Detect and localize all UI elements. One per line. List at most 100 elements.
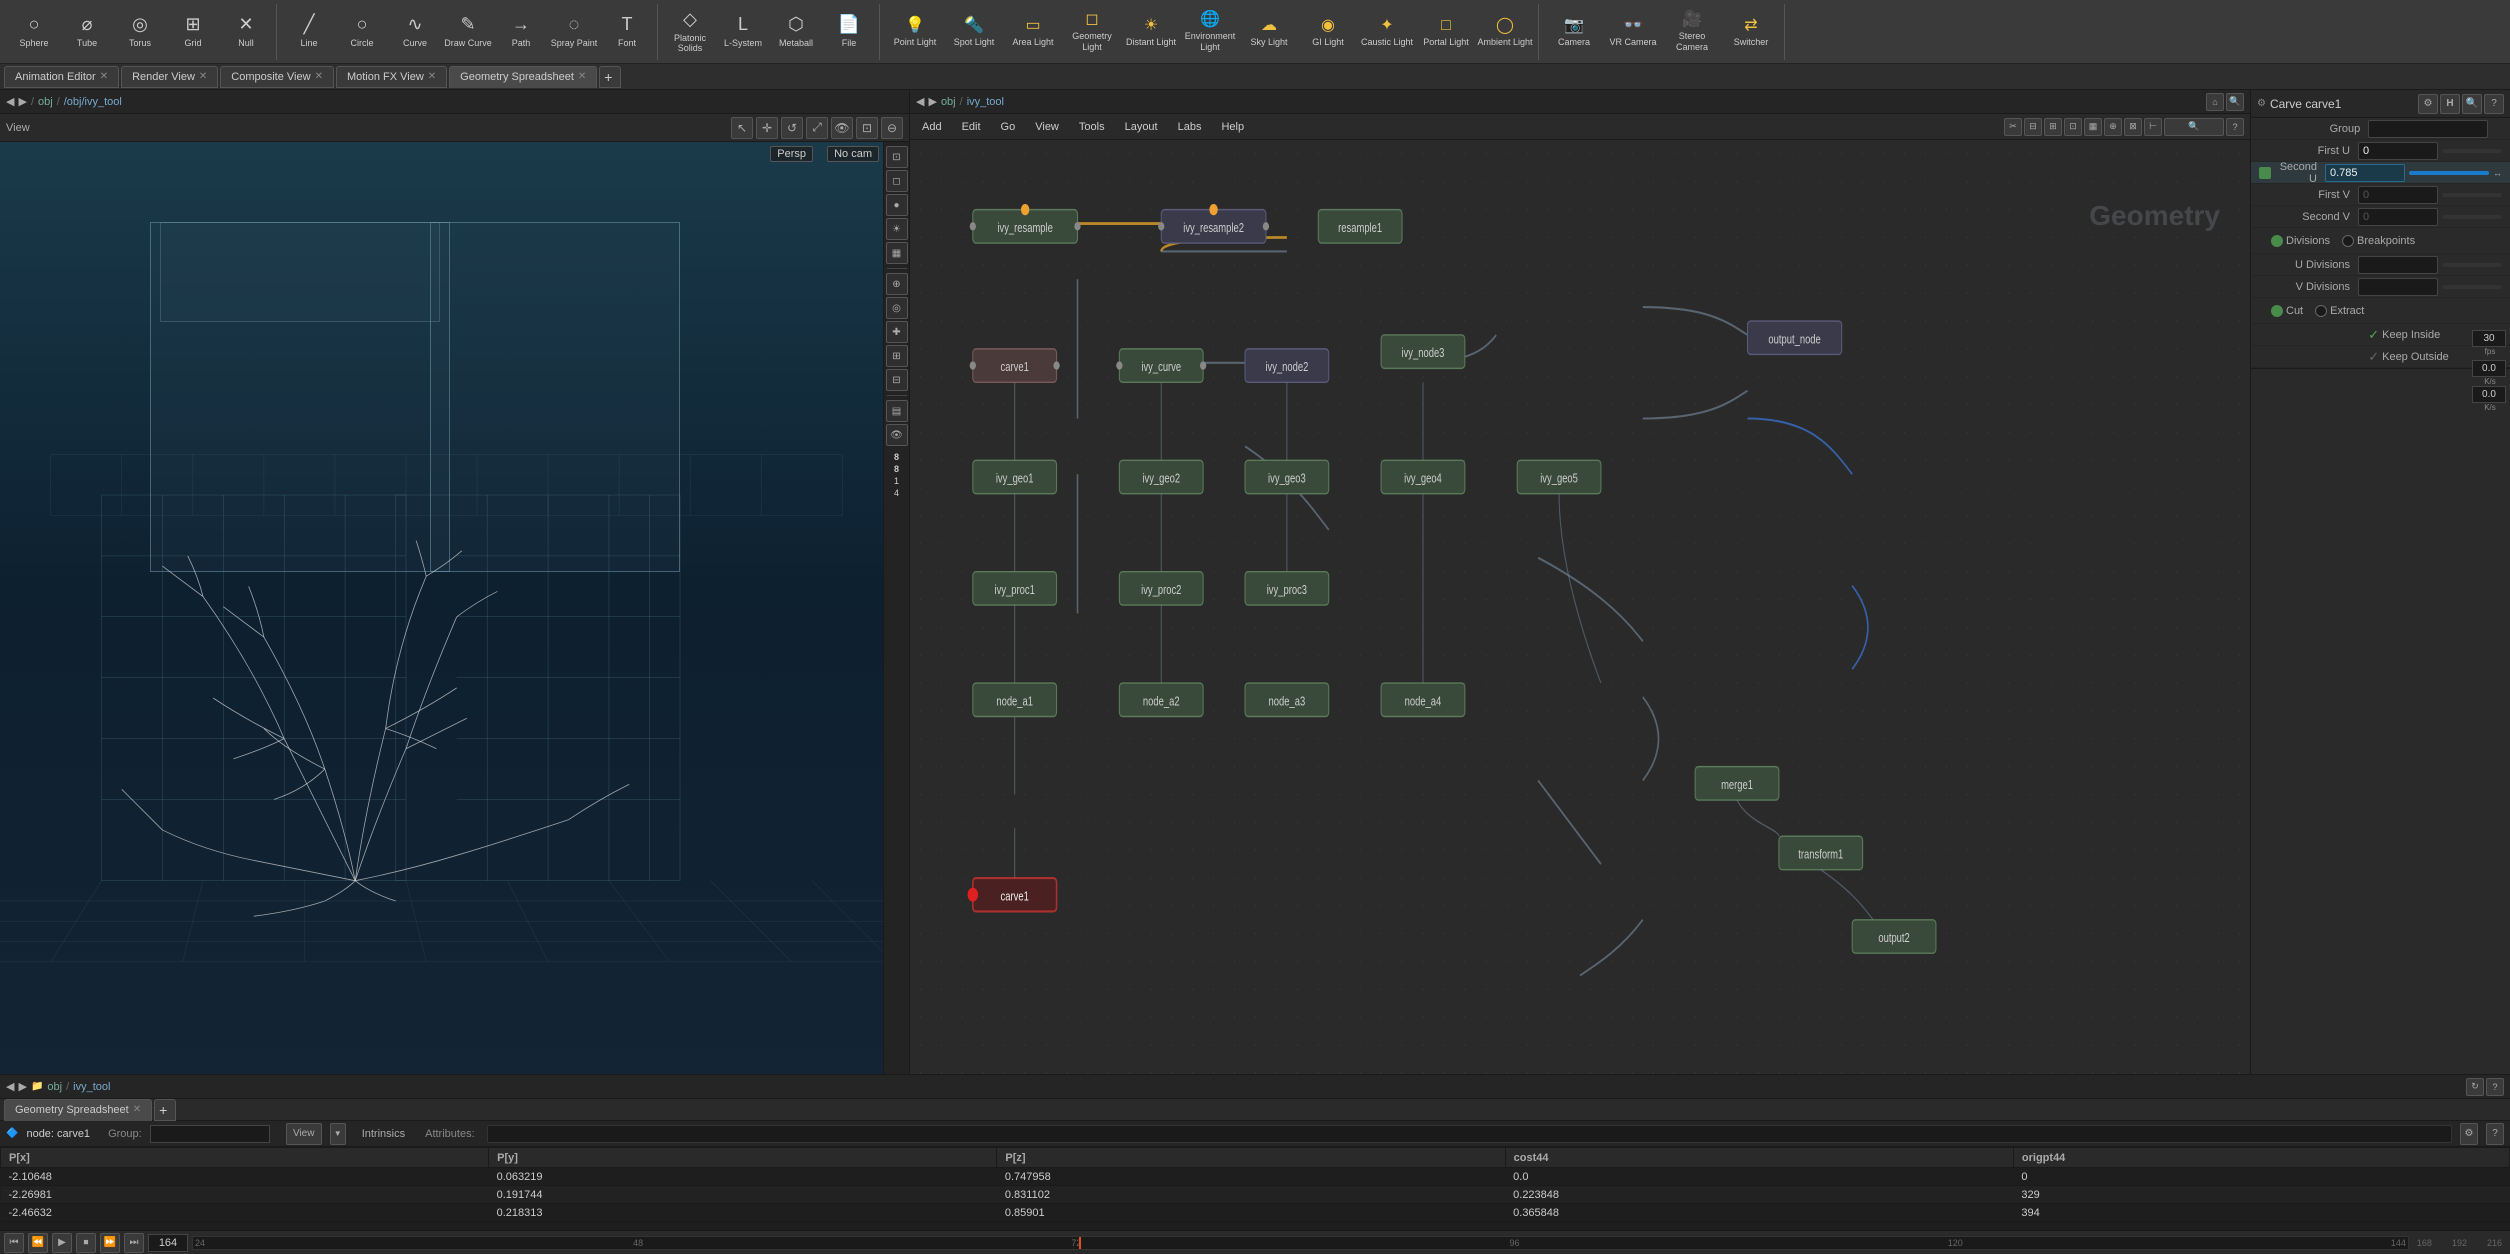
bottom-nav-back[interactable]: ◀ bbox=[6, 1080, 14, 1093]
nav-back-btn[interactable]: ◀ bbox=[6, 95, 14, 108]
node-tool-3[interactable]: ⊞ bbox=[2044, 118, 2062, 136]
first-u-slider[interactable] bbox=[2442, 149, 2502, 153]
persp-label[interactable]: Persp bbox=[770, 146, 813, 162]
vis-tool-btn[interactable]: 👁 bbox=[831, 117, 853, 139]
timeline-play-btn[interactable]: ▶ bbox=[52, 1233, 72, 1253]
menu-layout[interactable]: Layout bbox=[1119, 119, 1164, 135]
props-gear-btn[interactable]: ⚙ bbox=[2418, 94, 2438, 114]
spreadsheet-table-container[interactable]: P[x] P[y] P[z] cost44 origpt44 -2.10648 … bbox=[0, 1147, 2510, 1230]
circle-tool[interactable]: ○ Circle bbox=[336, 4, 388, 60]
second-u-drag[interactable]: ↔ bbox=[2493, 168, 2502, 178]
extract-radio[interactable] bbox=[2315, 305, 2327, 317]
col-px[interactable]: P[x] bbox=[1, 1148, 489, 1168]
caustic-light-tool[interactable]: ✦ Caustic Light bbox=[1358, 4, 1416, 60]
node-search-field[interactable]: 🔍 bbox=[2164, 118, 2224, 136]
bottom-help-btn[interactable]: ? bbox=[2486, 1078, 2504, 1096]
nocam-label[interactable]: No cam bbox=[827, 146, 879, 162]
platonic-solids-tool[interactable]: ◇ Platonic Solids bbox=[664, 4, 716, 60]
line-tool[interactable]: ╱ Line bbox=[283, 4, 335, 60]
tube-tool[interactable]: ⌀ Tube bbox=[61, 4, 113, 60]
spreadsheet-view-dropdown[interactable]: ▼ bbox=[330, 1123, 346, 1145]
sky-light-tool[interactable]: ☁ Sky Light bbox=[1240, 4, 1298, 60]
menu-edit[interactable]: Edit bbox=[956, 119, 987, 135]
select-tool-btn[interactable]: ↖ bbox=[731, 117, 753, 139]
display-mode-btn[interactable]: ⊡ bbox=[886, 146, 908, 168]
nav-forward-btn[interactable]: ▶ bbox=[18, 95, 26, 108]
safe-frame-btn[interactable]: ⊟ bbox=[886, 369, 908, 391]
fullscreen-btn[interactable]: ⊖ bbox=[881, 117, 903, 139]
props-search-btn[interactable]: 🔍 bbox=[2462, 94, 2482, 114]
vr-camera-tool[interactable]: 👓 VR Camera bbox=[1604, 4, 1662, 60]
divisions-radio[interactable] bbox=[2271, 235, 2283, 247]
timeline-stop-btn[interactable]: ⏹ bbox=[76, 1233, 96, 1253]
tab-animation-editor-close[interactable]: ✕ bbox=[100, 71, 108, 82]
tab-add[interactable]: + bbox=[599, 66, 621, 88]
spreadsheet-settings[interactable]: ⚙ bbox=[2460, 1123, 2478, 1145]
environment-light-tool[interactable]: 🌐 Environment Light bbox=[1181, 4, 1239, 60]
handles-btn[interactable]: ✚ bbox=[886, 321, 908, 343]
menu-labs[interactable]: Labs bbox=[1172, 119, 1208, 135]
geometry-light-tool[interactable]: ◻ Geometry Light bbox=[1063, 4, 1121, 60]
breakpoints-radio-label[interactable]: Breakpoints bbox=[2342, 235, 2415, 247]
node-tool-7[interactable]: ⊠ bbox=[2124, 118, 2142, 136]
lsystem-tool[interactable]: L L-System bbox=[717, 4, 769, 60]
props-help-btn[interactable]: ? bbox=[2484, 94, 2504, 114]
shading-btn[interactable]: ● bbox=[886, 194, 908, 216]
props-h-btn[interactable]: H bbox=[2440, 94, 2460, 114]
curve-tool[interactable]: ∿ Curve bbox=[389, 4, 441, 60]
cut-radio-label[interactable]: Cut bbox=[2271, 305, 2303, 317]
node-nav-back[interactable]: ◀ bbox=[916, 95, 924, 108]
tab-geometry-spreadsheet[interactable]: Geometry Spreadsheet ✕ bbox=[449, 66, 597, 88]
distant-light-tool[interactable]: ☀ Distant Light bbox=[1122, 4, 1180, 60]
lighting-btn[interactable]: ☀ bbox=[886, 218, 908, 240]
camera-snap-btn[interactable]: ⊡ bbox=[856, 117, 878, 139]
menu-help[interactable]: Help bbox=[1215, 119, 1250, 135]
spot-light-tool[interactable]: 🔦 Spot Light bbox=[945, 4, 1003, 60]
divisions-radio-label[interactable]: Divisions bbox=[2271, 235, 2330, 247]
timeline-frame-input[interactable] bbox=[148, 1234, 188, 1252]
node-home-btn[interactable]: ⌂ bbox=[2206, 93, 2224, 111]
timeline-next-btn[interactable]: ⏩ bbox=[100, 1233, 120, 1253]
second-v-slider[interactable] bbox=[2442, 215, 2502, 219]
u-divisions-slider[interactable] bbox=[2442, 263, 2502, 267]
ambient-light-tool[interactable]: ◯ Ambient Light bbox=[1476, 4, 1534, 60]
spreadsheet-group-input[interactable] bbox=[150, 1125, 270, 1143]
timeline-track[interactable]: 24 48 72 96 120 144 bbox=[192, 1236, 2409, 1250]
spreadsheet-intrinsics[interactable]: Intrinsics bbox=[362, 1128, 405, 1140]
col-cost[interactable]: cost44 bbox=[1505, 1148, 2013, 1168]
timeline-marker[interactable] bbox=[1079, 1237, 1081, 1249]
hud-btn[interactable]: ⊞ bbox=[886, 345, 908, 367]
node-tool-5[interactable]: ▦ bbox=[2084, 118, 2102, 136]
second-u-checkbox[interactable] bbox=[2259, 167, 2271, 179]
second-u-input[interactable] bbox=[2325, 164, 2405, 182]
menu-add[interactable]: Add bbox=[916, 119, 948, 135]
sphere-tool[interactable]: ○ Sphere bbox=[8, 4, 60, 60]
node-search-btn[interactable]: 🔍 bbox=[2226, 93, 2244, 111]
tab-geo-spread-close[interactable]: ✕ bbox=[133, 1104, 141, 1115]
col-origpt[interactable]: origpt44 bbox=[2013, 1148, 2509, 1168]
breakpoints-radio[interactable] bbox=[2342, 235, 2354, 247]
move-tool-btn[interactable]: ✛ bbox=[756, 117, 778, 139]
keep-inside-label[interactable]: ✓ Keep Inside bbox=[2368, 327, 2440, 343]
tab-geometry-spreadsheet-bottom[interactable]: Geometry Spreadsheet ✕ bbox=[4, 1099, 152, 1121]
col-py[interactable]: P[y] bbox=[489, 1148, 997, 1168]
rotate-tool-btn[interactable]: ↺ bbox=[781, 117, 803, 139]
wireframe-btn[interactable]: ◻ bbox=[886, 170, 908, 192]
snap-btn[interactable]: ⊕ bbox=[886, 273, 908, 295]
spreadsheet-help[interactable]: ? bbox=[2486, 1123, 2504, 1145]
scale-tool-btn[interactable]: ⤢ bbox=[806, 117, 828, 139]
path-tool[interactable]: → Path bbox=[495, 4, 547, 60]
keep-outside-label[interactable]: ✓ Keep Outside bbox=[2368, 349, 2449, 365]
file-tool[interactable]: 📄 File bbox=[823, 4, 875, 60]
menu-go[interactable]: Go bbox=[995, 119, 1022, 135]
area-light-tool[interactable]: ▭ Area Light bbox=[1004, 4, 1062, 60]
group-input[interactable] bbox=[2368, 120, 2488, 138]
camera-tool[interactable]: 📷 Camera bbox=[1545, 4, 1603, 60]
draw-curve-tool[interactable]: ✎ Draw Curve bbox=[442, 4, 494, 60]
switcher-tool[interactable]: ⇄ Switcher bbox=[1722, 4, 1780, 60]
tab-motion-fx-view[interactable]: Motion FX View ✕ bbox=[336, 66, 447, 88]
table-row[interactable]: -2.46632 0.218313 0.85901 0.365848 394 bbox=[1, 1204, 2510, 1222]
node-tool-6[interactable]: ⊕ bbox=[2104, 118, 2122, 136]
first-u-input[interactable] bbox=[2358, 142, 2438, 160]
point-light-tool[interactable]: 💡 Point Light bbox=[886, 4, 944, 60]
